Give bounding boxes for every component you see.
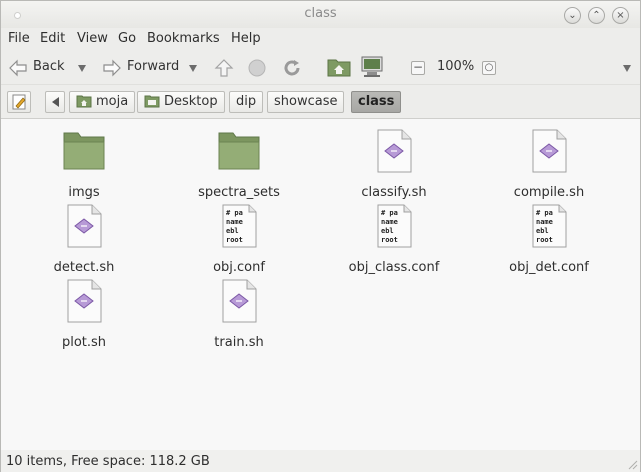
computer-icon[interactable] [360,55,384,79]
file-name: classify.sh [361,185,427,200]
folder-icon [63,132,105,170]
conf-preview-line: name [381,218,398,226]
zoom-in-button[interactable]: ○ [482,61,496,75]
resize-grip-icon[interactable] [626,458,638,470]
file-name: obj_det.conf [509,260,589,275]
menu-bookmarks[interactable]: Bookmarks [147,31,220,46]
conf-preview-line: ebl [536,227,549,235]
menu-help[interactable]: Help [231,31,261,46]
menu-edit[interactable]: Edit [40,31,65,46]
breadcrumb-class[interactable]: class [351,91,402,113]
conf-preview-line: name [536,218,553,226]
script-file-icon [67,204,102,248]
menu-go[interactable]: Go [118,31,136,46]
forward-arrow-icon[interactable] [101,58,123,78]
conf-preview-line: # pa [381,209,398,217]
back-button[interactable]: Back [33,59,65,74]
file-name: compile.sh [513,185,585,200]
toggle-location-button[interactable] [7,91,31,113]
script-file-icon [67,279,102,323]
edit-location-icon [12,94,26,110]
forward-button[interactable]: Forward [127,59,179,74]
file-name: spectra_sets [198,185,280,200]
maximize-button[interactable]: ⌃ [588,7,605,24]
desktop-folder-icon [144,95,160,108]
conf-preview-line: root [381,236,398,244]
path-bar: moja Desktop dip showcase class [1,85,640,119]
forward-history-dropdown-icon[interactable] [189,65,197,72]
text-file-icon: # pa name ebl root [377,204,412,248]
zoom-level: 100% [437,59,475,74]
breadcrumb-moja[interactable]: moja [69,91,136,113]
text-file-icon: # pa name ebl root [222,204,257,248]
conf-preview-line: # pa [226,209,243,217]
file-view[interactable]: imgs spectra_sets classify.sh compile.sh… [1,119,640,450]
menu-view[interactable]: View [77,31,108,46]
up-arrow-icon[interactable] [213,57,235,79]
close-button[interactable]: × [612,7,629,24]
file-name: plot.sh [61,335,107,350]
conf-preview-line: ebl [226,227,239,235]
back-history-dropdown-icon[interactable] [78,65,86,72]
script-file-icon [222,279,257,323]
file-manager-window: class ⌄ ⌃ × File Edit View Go Bookmarks … [0,0,641,472]
script-file-icon [532,129,567,173]
conf-preview-line: # pa [536,209,553,217]
breadcrumb-showcase[interactable]: showcase [267,91,345,113]
menu-file[interactable]: File [8,31,30,46]
file-name: train.sh [214,335,264,350]
toolbar-overflow-icon[interactable] [623,65,631,72]
menu-bar: File Edit View Go Bookmarks Help [1,28,640,52]
toolbar: Back Forward − 100% ○ [1,52,640,85]
file-name: obj_class.conf [348,260,440,275]
folder-icon [218,132,260,170]
status-text: 10 items, Free space: 118.2 GB [6,454,210,469]
breadcrumb-desktop-label: Desktop [164,94,218,109]
home-icon [76,95,92,108]
text-file-icon: # pa name ebl root [532,204,567,248]
file-name: imgs [68,185,100,200]
breadcrumb-desktop[interactable]: Desktop [137,91,225,113]
chevron-left-icon [51,96,59,107]
conf-preview-line: root [226,236,243,244]
title-bar[interactable]: class ⌄ ⌃ × [1,1,640,28]
window-title: class [304,6,337,21]
conf-preview-line: ebl [381,227,394,235]
conf-preview-line: name [226,218,243,226]
status-bar: 10 items, Free space: 118.2 GB [1,450,640,472]
breadcrumb-moja-label: moja [96,94,129,109]
reload-icon[interactable] [281,57,303,79]
file-name: obj.conf [213,260,265,275]
stop-icon[interactable] [247,58,267,78]
script-file-icon [377,129,412,173]
home-folder-icon[interactable] [327,56,351,78]
breadcrumb-dip[interactable]: dip [229,91,264,113]
path-scroll-left-button[interactable] [45,91,65,113]
back-arrow-icon[interactable] [7,58,29,78]
conf-preview-line: root [536,236,553,244]
zoom-out-button[interactable]: − [411,61,425,75]
file-name: detect.sh [53,260,115,275]
minimize-button[interactable]: ⌄ [564,7,581,24]
